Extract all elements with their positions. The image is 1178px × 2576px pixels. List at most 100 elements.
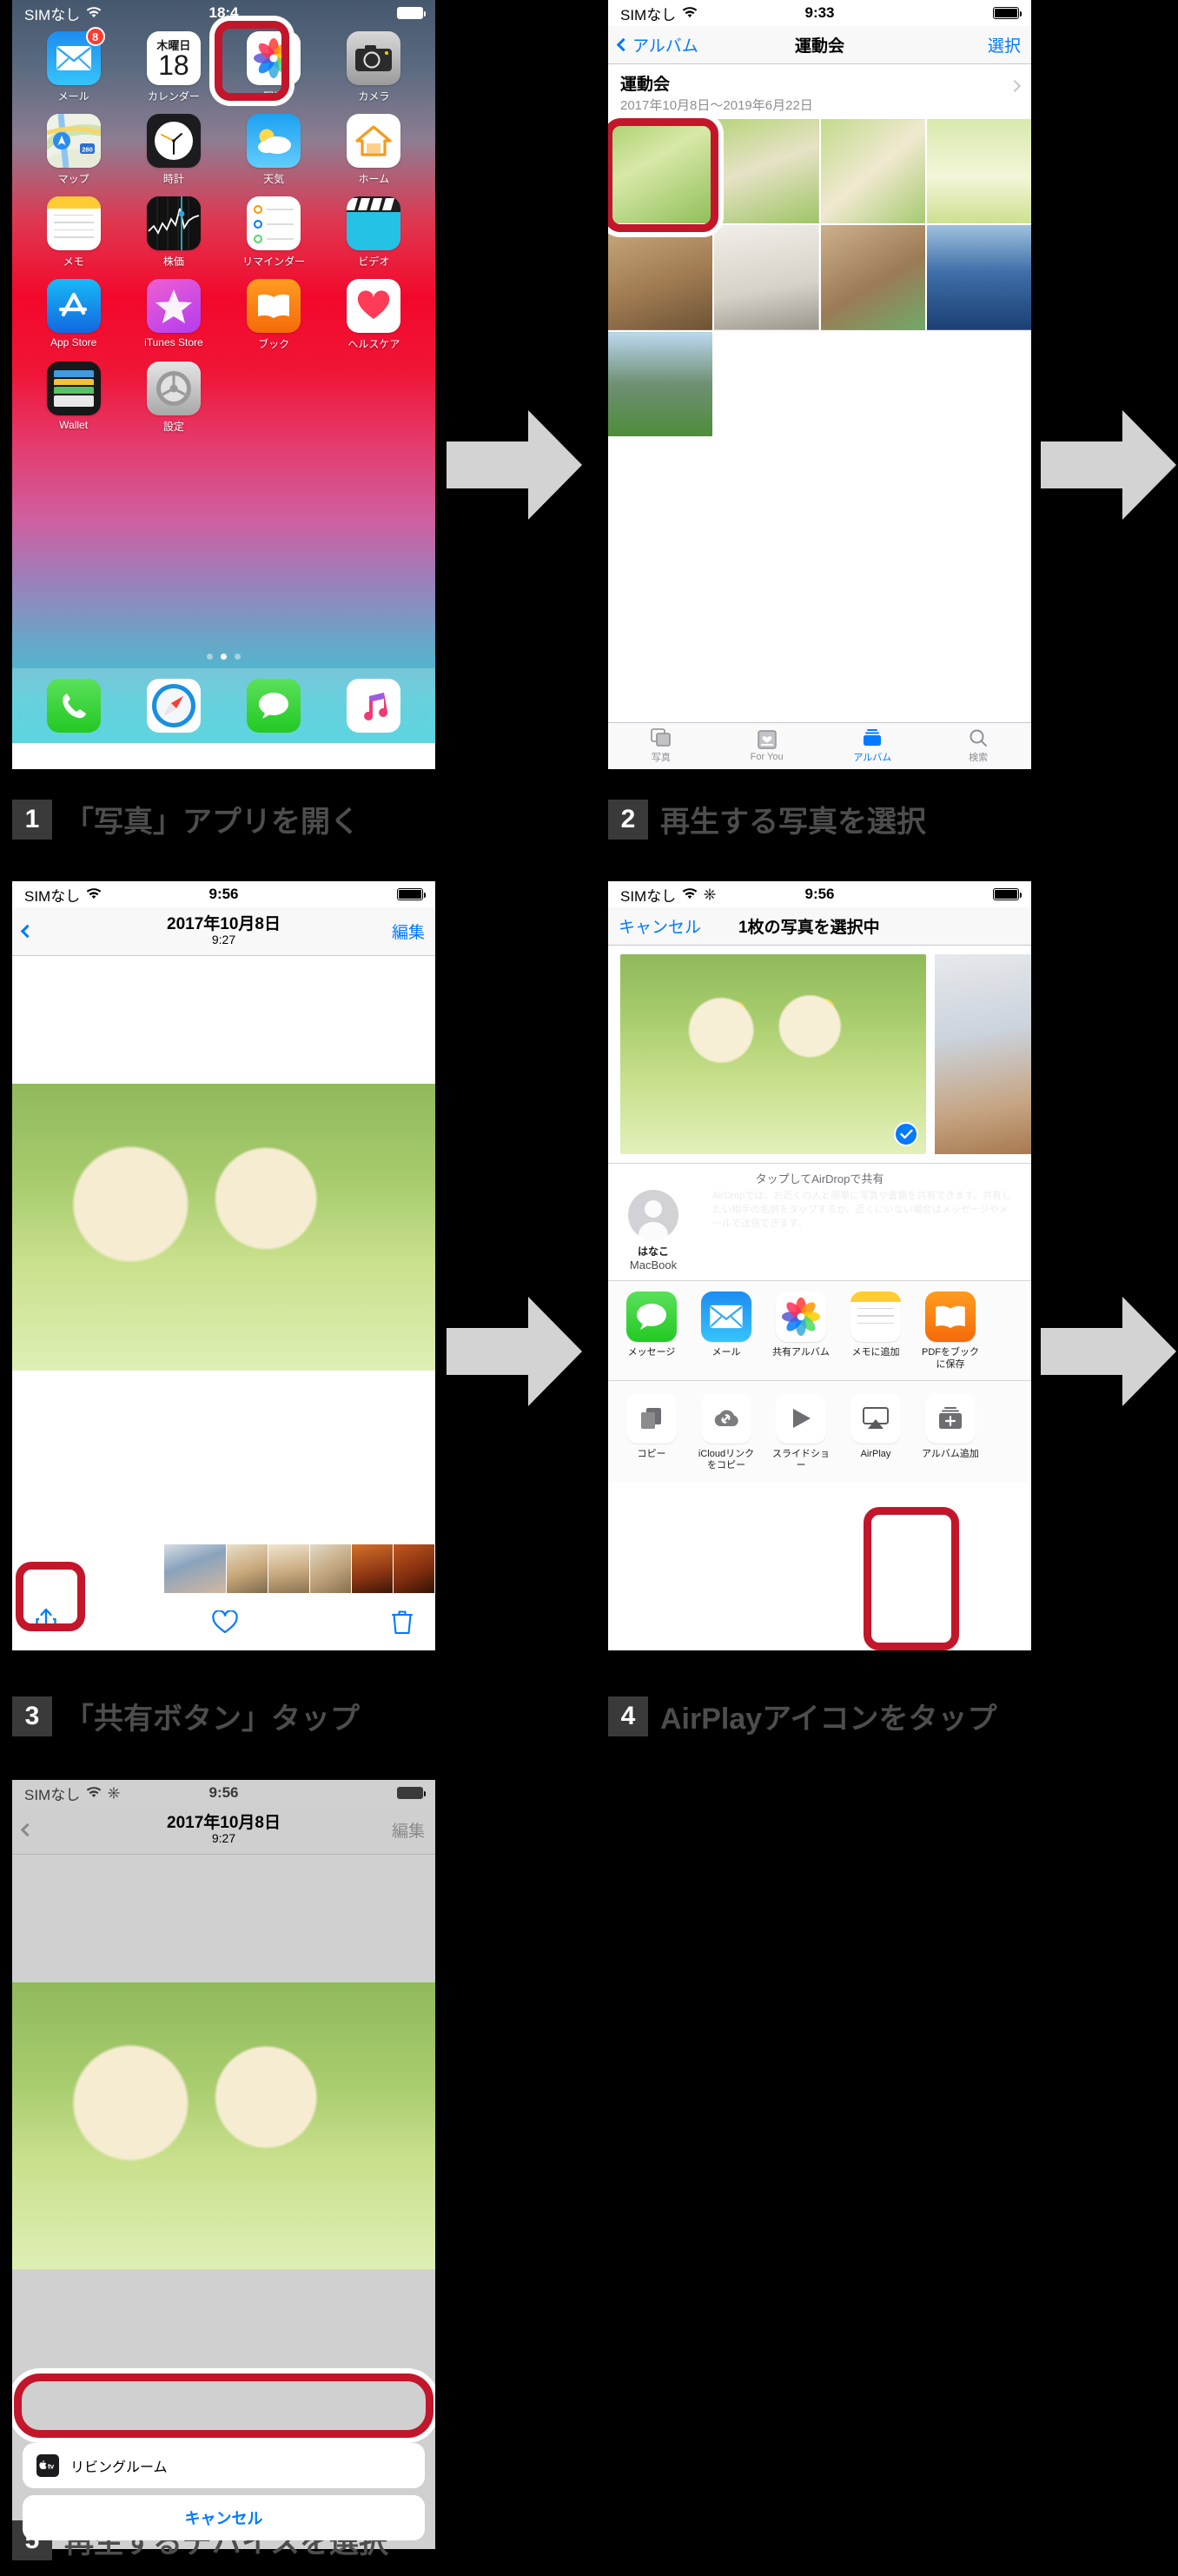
app-icon-calendar[interactable]: 木曜日 18 カレンダー [126, 31, 221, 103]
photo-thumbnail[interactable] [608, 331, 713, 436]
app-icon-weather[interactable]: 天気 [227, 114, 321, 186]
filmstrip-thumb[interactable] [352, 1544, 394, 1593]
iphone-share-sheet: SIMなし 9:56 キャンセル 1枚の写真を選択中 タップしてAirDropで… [608, 881, 1031, 1650]
action-label: アルバム追加 [922, 1448, 979, 1459]
trash-icon[interactable] [392, 1610, 413, 1635]
apple-tv-icon: tv [36, 2454, 59, 2477]
action-label: コピー [637, 1448, 666, 1459]
share-target-mail[interactable]: メール [695, 1291, 758, 1371]
action-slideshow[interactable]: スライドショー [770, 1392, 832, 1473]
edit-button[interactable]: 編集 [392, 1818, 425, 1842]
status-bar: SIMなし 18:4 [12, 0, 435, 26]
save-pdf-to-books-icon [925, 1291, 976, 1342]
wifi-icon [86, 1787, 102, 1798]
settings-icon [146, 362, 201, 415]
safari-icon[interactable] [147, 679, 202, 733]
edit-button[interactable]: 編集 [392, 920, 425, 943]
photo-thumbnail[interactable] [926, 119, 1031, 224]
tab-albums[interactable]: アルバム [820, 728, 926, 764]
app-label: リマインダー [242, 256, 306, 268]
tab-photos[interactable]: 写真 [608, 728, 714, 764]
weather-icon [247, 114, 301, 168]
app-label: 天気 [263, 173, 285, 185]
camera-icon [347, 31, 401, 85]
airdrop-contact[interactable]: はなこ MacBook [608, 1190, 698, 1271]
calendar-day: 18 [158, 50, 189, 81]
filmstrip-thumb[interactable] [164, 1544, 227, 1593]
app-icon-wallet[interactable]: Wallet [26, 362, 121, 434]
contact-device: MacBook [629, 1258, 678, 1271]
app-icon-photos[interactable]: 写真 [227, 31, 321, 103]
svg-text:280: 280 [82, 146, 93, 154]
cancel-label: キャンセル [619, 919, 702, 937]
app-icon-camera[interactable]: カメラ [327, 31, 421, 103]
filmstrip-thumb[interactable] [268, 1544, 310, 1593]
app-icon-itunes-store[interactable]: iTunes Store [126, 279, 221, 351]
back-button[interactable] [20, 1822, 35, 1837]
photo-thumbnail[interactable] [714, 225, 819, 330]
app-icon-stocks[interactable]: 株価 [126, 196, 221, 269]
heart-icon[interactable] [211, 1610, 238, 1634]
photo-thumbnail[interactable] [820, 225, 925, 330]
back-button[interactable]: アルバム [616, 33, 698, 56]
filmstrip-thumb[interactable] [310, 1544, 352, 1593]
app-label: カレンダー [147, 90, 200, 103]
app-icon-app-store[interactable]: App Store [26, 279, 121, 351]
tab-for-you[interactable]: For You [714, 730, 820, 762]
action-airplay[interactable]: AirPlay [844, 1392, 907, 1473]
cancel-button[interactable]: キャンセル [619, 914, 701, 938]
share-target-messages[interactable]: メッセージ [620, 1291, 683, 1371]
app-icon-maps[interactable]: 280 マップ [26, 114, 121, 186]
share-target-label: メール [711, 1347, 741, 1358]
step-text: 「写真」アプリを開く [64, 806, 360, 839]
app-icon-clock[interactable]: 時計 [126, 114, 221, 186]
photo-thumbnail[interactable] [608, 225, 713, 330]
app-icon-reminders[interactable]: リマインダー [227, 196, 321, 269]
action-copy[interactable]: コピー [620, 1392, 683, 1473]
cancel-button[interactable]: キャンセル [23, 2495, 425, 2540]
share-target-books-pdf[interactable]: PDFをブックに保存 [919, 1291, 982, 1371]
step-5-screenshot: SIMなし 9:56 2017年10月8日 9:27 編集 tv リビングルーム… [12, 1780, 435, 2549]
photo-thumbnail[interactable] [820, 119, 925, 224]
step-arrow-3-to-4 [447, 1297, 582, 1406]
page-dot-active[interactable] [221, 654, 227, 660]
app-icon-health[interactable]: ヘルスケア [327, 279, 421, 351]
select-button[interactable]: 選択 [988, 33, 1021, 56]
app-icon-settings[interactable]: 設定 [126, 362, 221, 434]
photo-thumbnail[interactable] [926, 225, 1031, 330]
page-dot[interactable] [207, 654, 213, 660]
svg-text:tv: tv [48, 2462, 55, 2471]
photo-title: 2017年10月8日 9:27 [12, 1815, 435, 1845]
share-target-shared-album[interactable]: 共有アルバム [770, 1291, 832, 1371]
step-number: 3 [12, 1696, 52, 1736]
phone-icon[interactable] [47, 679, 102, 733]
share-apps-row: メッセージ メール 共有アルバム メモに追加 PDFをブックに保存 [608, 1280, 1031, 1380]
app-icon-notes[interactable]: メモ [26, 196, 121, 269]
filmstrip[interactable] [12, 1544, 435, 1593]
action-add-to-album[interactable]: アルバム追加 [919, 1392, 982, 1473]
app-label: カメラ [358, 90, 390, 103]
step-text: 再生する写真を選択 [660, 806, 926, 839]
back-button[interactable] [20, 924, 35, 939]
app-icon-videos[interactable]: ビデオ [327, 196, 421, 269]
action-icloud-link[interactable]: iCloudリンクをコピー [695, 1392, 758, 1473]
step-caption-1: 1 「写真」アプリを開く [12, 798, 360, 840]
album-header[interactable]: 運動会 2017年10月8日〜2019年6月22日 [608, 64, 1031, 119]
app-icon-home[interactable]: ホーム [327, 114, 421, 186]
selected-photo[interactable] [620, 954, 926, 1154]
adjacent-photo[interactable] [935, 954, 1031, 1154]
share-icon[interactable] [35, 1608, 57, 1636]
filmstrip-thumb[interactable] [227, 1544, 268, 1593]
filmstrip-thumb[interactable] [394, 1544, 435, 1593]
tab-search[interactable]: 検索 [925, 728, 1031, 764]
music-icon[interactable] [346, 679, 400, 733]
app-icon-books[interactable]: ブック [227, 279, 321, 351]
messages-icon[interactable] [246, 679, 301, 733]
photo-image[interactable] [12, 1084, 435, 1371]
photo-thumbnail[interactable] [608, 119, 713, 224]
share-target-notes[interactable]: メモに追加 [844, 1291, 907, 1371]
device-row[interactable]: tv リビングルーム [23, 2443, 425, 2488]
page-dot[interactable] [235, 654, 241, 660]
app-icon-mail[interactable]: 8 メール [26, 27, 121, 103]
photo-thumbnail[interactable] [714, 119, 819, 224]
